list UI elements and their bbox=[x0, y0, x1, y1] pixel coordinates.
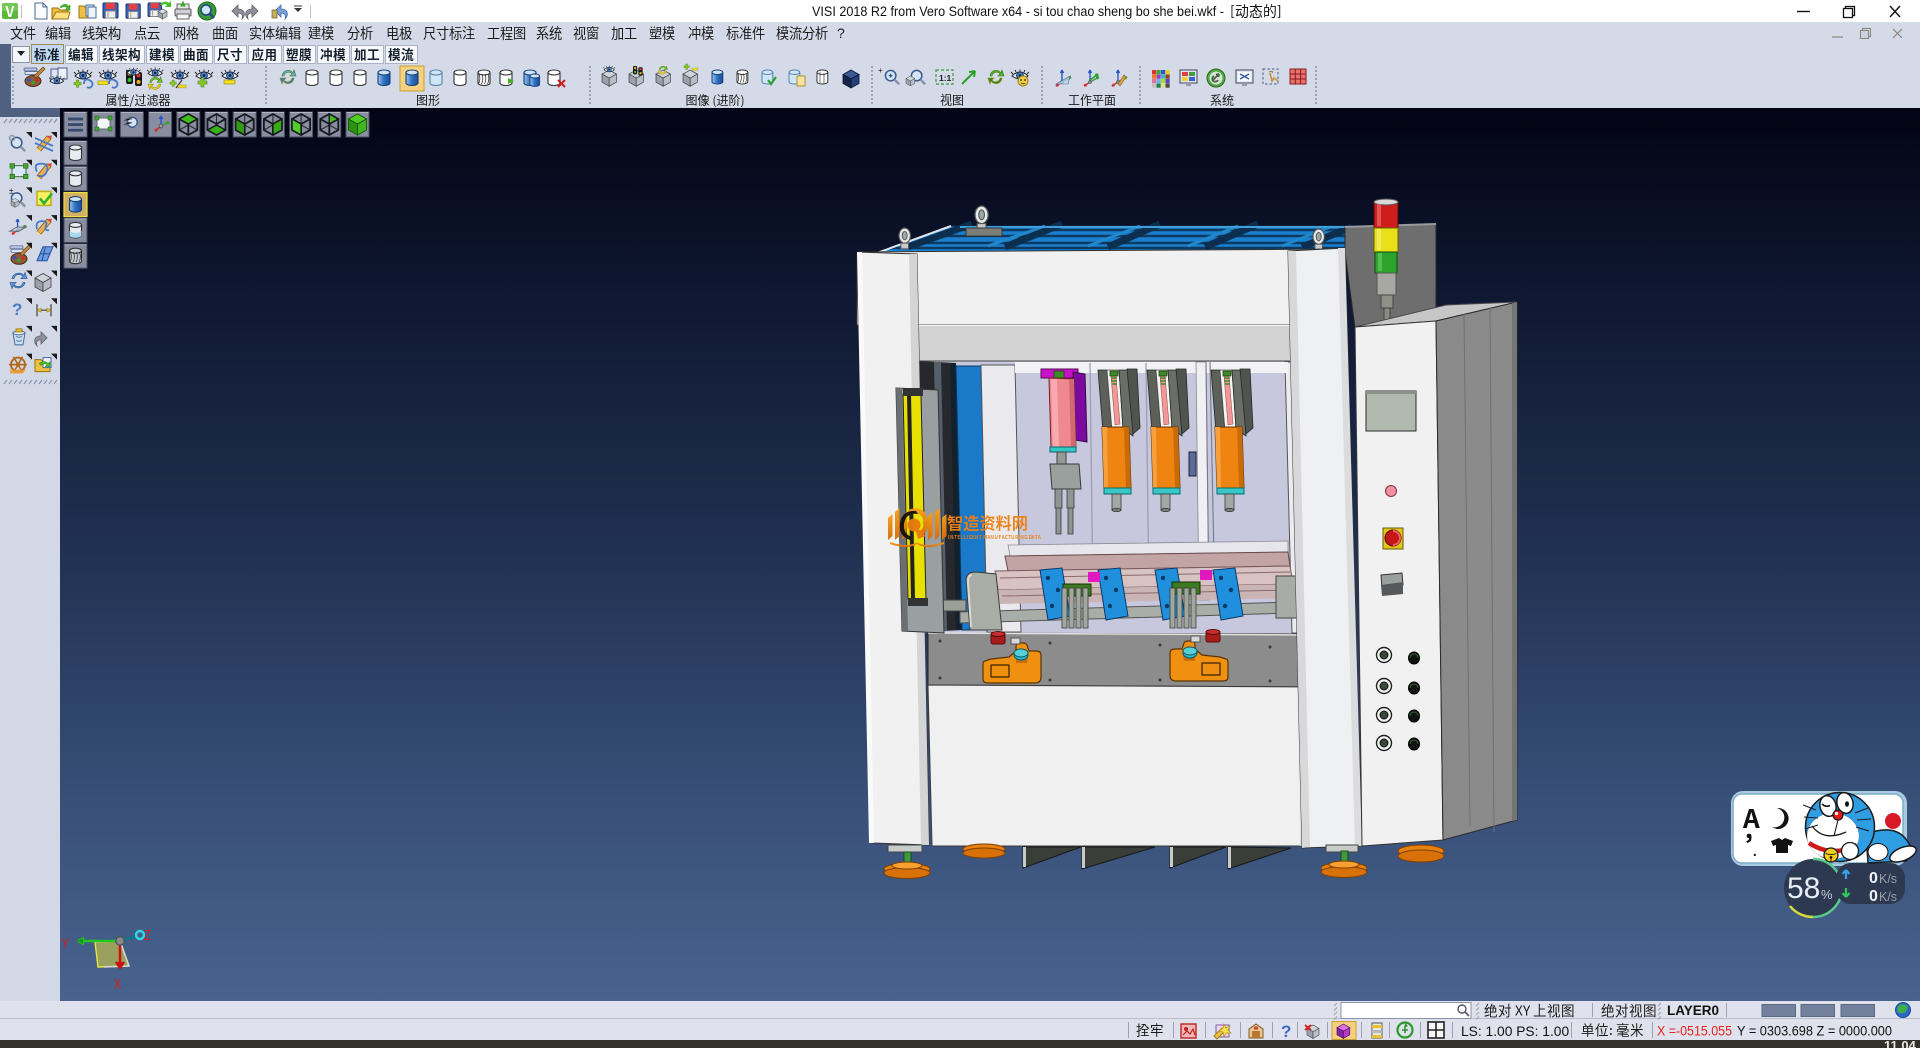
svg-text:0: 0 bbox=[1869, 888, 1878, 905]
svg-text:Y = 0303.698 Z = 0000.000: Y = 0303.698 Z = 0000.000 bbox=[1737, 1023, 1892, 1039]
svg-text:0: 0 bbox=[1869, 870, 1878, 887]
svg-text:LAYER0: LAYER0 bbox=[1667, 1003, 1719, 1018]
svg-text:?: ? bbox=[837, 25, 845, 41]
svg-text:LS: 1.00 PS: 1.00: LS: 1.00 PS: 1.00 bbox=[1461, 1024, 1569, 1039]
svg-text:58: 58 bbox=[1787, 872, 1820, 905]
svg-text:%: % bbox=[1821, 887, 1833, 902]
svg-text:VISI 2018 R2 from Vero Softwar: VISI 2018 R2 from Vero Software x64 - si… bbox=[812, 4, 1224, 19]
svg-text:X =-0515.055: X =-0515.055 bbox=[1657, 1023, 1732, 1039]
svg-text:11.04: 11.04 bbox=[1884, 1038, 1917, 1048]
svg-text:?: ? bbox=[1281, 1022, 1291, 1041]
svg-text:+: + bbox=[878, 66, 883, 75]
svg-text:1:1: 1:1 bbox=[939, 73, 952, 83]
svg-text:?: ? bbox=[12, 300, 22, 319]
svg-text:±: ± bbox=[9, 186, 14, 195]
svg-text:K/s: K/s bbox=[1879, 890, 1897, 904]
svg-text:K/s: K/s bbox=[1879, 872, 1897, 886]
svg-text:.: . bbox=[1752, 839, 1758, 861]
